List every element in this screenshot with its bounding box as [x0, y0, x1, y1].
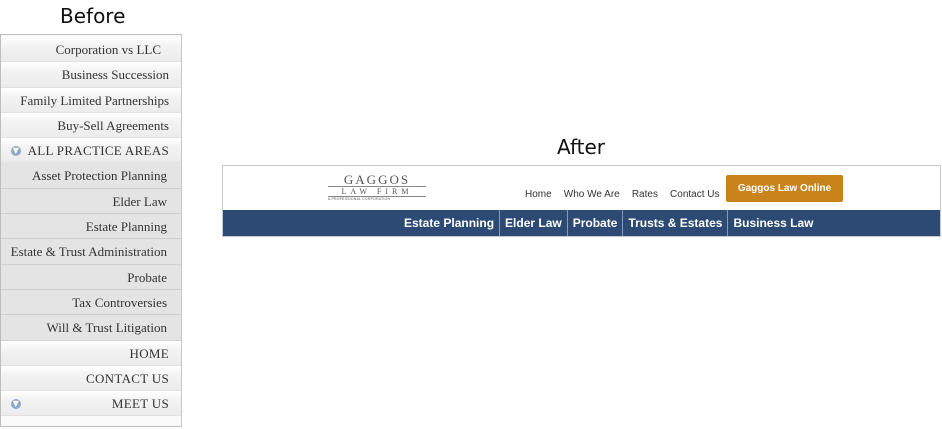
- menu-item-label: MEET US: [111, 396, 169, 412]
- submenu-item-estate-planning[interactable]: Estate Planning: [1, 214, 181, 240]
- gaggos-law-online-button[interactable]: Gaggos Law Online: [726, 175, 843, 202]
- menu-item-corporation-vs-llc[interactable]: Corporation vs LLC: [1, 37, 181, 63]
- submenu-item-estate-trust-administration[interactable]: Estate & Trust Administration: [1, 239, 181, 265]
- menu-item-home[interactable]: HOME: [1, 340, 181, 366]
- nav-link-who-we-are[interactable]: Who We Are: [564, 189, 620, 200]
- menu-item-label: Asset Protection Planning: [31, 168, 167, 184]
- top-bar: GAGGOS LAW FIRM A PROFESSIONAL CORPORATI…: [223, 166, 940, 210]
- menu-item-label: Probate: [127, 269, 167, 285]
- nav-link-home[interactable]: Home: [525, 189, 552, 200]
- practice-nav-trusts-estates[interactable]: Trusts & Estates: [623, 210, 729, 236]
- menu-item-label: Buy-Sell Agreements: [57, 117, 169, 133]
- after-caption: After: [557, 135, 606, 159]
- menu-item-label: Family Limited Partnerships: [20, 92, 169, 108]
- nav-link-contact-us[interactable]: Contact Us: [670, 189, 719, 200]
- practice-nav-probate[interactable]: Probate: [568, 210, 624, 236]
- menu-item-label: Tax Controversies: [72, 294, 167, 310]
- submenu-item-will-trust-litigation[interactable]: Will & Trust Litigation: [1, 315, 181, 341]
- gaggos-law-firm-logo[interactable]: GAGGOS LAW FIRM A PROFESSIONAL CORPORATI…: [328, 172, 426, 202]
- logo-subtitle: LAW FIRM: [328, 186, 426, 197]
- menu-item-label: Business Succession: [61, 67, 169, 83]
- submenu-item-tax-controversies[interactable]: Tax Controversies: [1, 289, 181, 316]
- nav-link-rates[interactable]: Rates: [632, 189, 658, 200]
- menu-item-label: Will & Trust Litigation: [46, 320, 167, 336]
- down-arrow-icon: ▼: [11, 146, 21, 157]
- menu-item-all-practice-areas[interactable]: ▼ ALL PRACTICE AREAS: [1, 138, 181, 164]
- logo-tagline: A PROFESSIONAL CORPORATION: [328, 197, 391, 201]
- menu-item-business-succession[interactable]: Business Succession: [1, 62, 181, 88]
- down-arrow-icon: ▼: [11, 399, 21, 410]
- practice-nav-estate-planning[interactable]: Estate Planning: [399, 210, 501, 236]
- menu-item-meet-us[interactable]: ▼ MEET US: [1, 391, 181, 417]
- menu-item-label: Elder Law: [112, 193, 167, 209]
- before-sidebar-menu: Corporation vs LLC Business Succession F…: [0, 34, 182, 427]
- menu-item-label: Estate & Trust Administration: [10, 244, 167, 260]
- submenu-item-elder-law[interactable]: Elder Law: [1, 188, 181, 215]
- after-site-header: GAGGOS LAW FIRM A PROFESSIONAL CORPORATI…: [222, 165, 941, 237]
- top-nav: Home Who We Are Rates Contact Us: [525, 182, 727, 200]
- submenu-item-probate[interactable]: Probate: [1, 264, 181, 290]
- practice-area-nav: Estate Planning Elder Law Probate Trusts…: [223, 210, 940, 236]
- menu-item-label: HOME: [129, 345, 169, 361]
- menu-item-label: CONTACT US: [86, 370, 169, 386]
- practice-nav-business-law[interactable]: Business Law: [728, 210, 818, 236]
- menu-item-family-limited-partnerships[interactable]: Family Limited Partnerships: [1, 87, 181, 113]
- submenu-item-asset-protection-planning[interactable]: Asset Protection Planning: [1, 163, 181, 189]
- menu-item-label: Estate Planning: [85, 219, 167, 235]
- menu-item-buy-sell-agreements[interactable]: Buy-Sell Agreements: [1, 112, 181, 139]
- before-caption: Before: [60, 4, 126, 28]
- menu-item-label: ALL PRACTICE AREAS: [27, 143, 169, 159]
- menu-item-label: Corporation vs LLC: [55, 42, 161, 57]
- practice-nav-elder-law[interactable]: Elder Law: [500, 210, 568, 236]
- menu-item-contact-us[interactable]: CONTACT US: [1, 365, 181, 392]
